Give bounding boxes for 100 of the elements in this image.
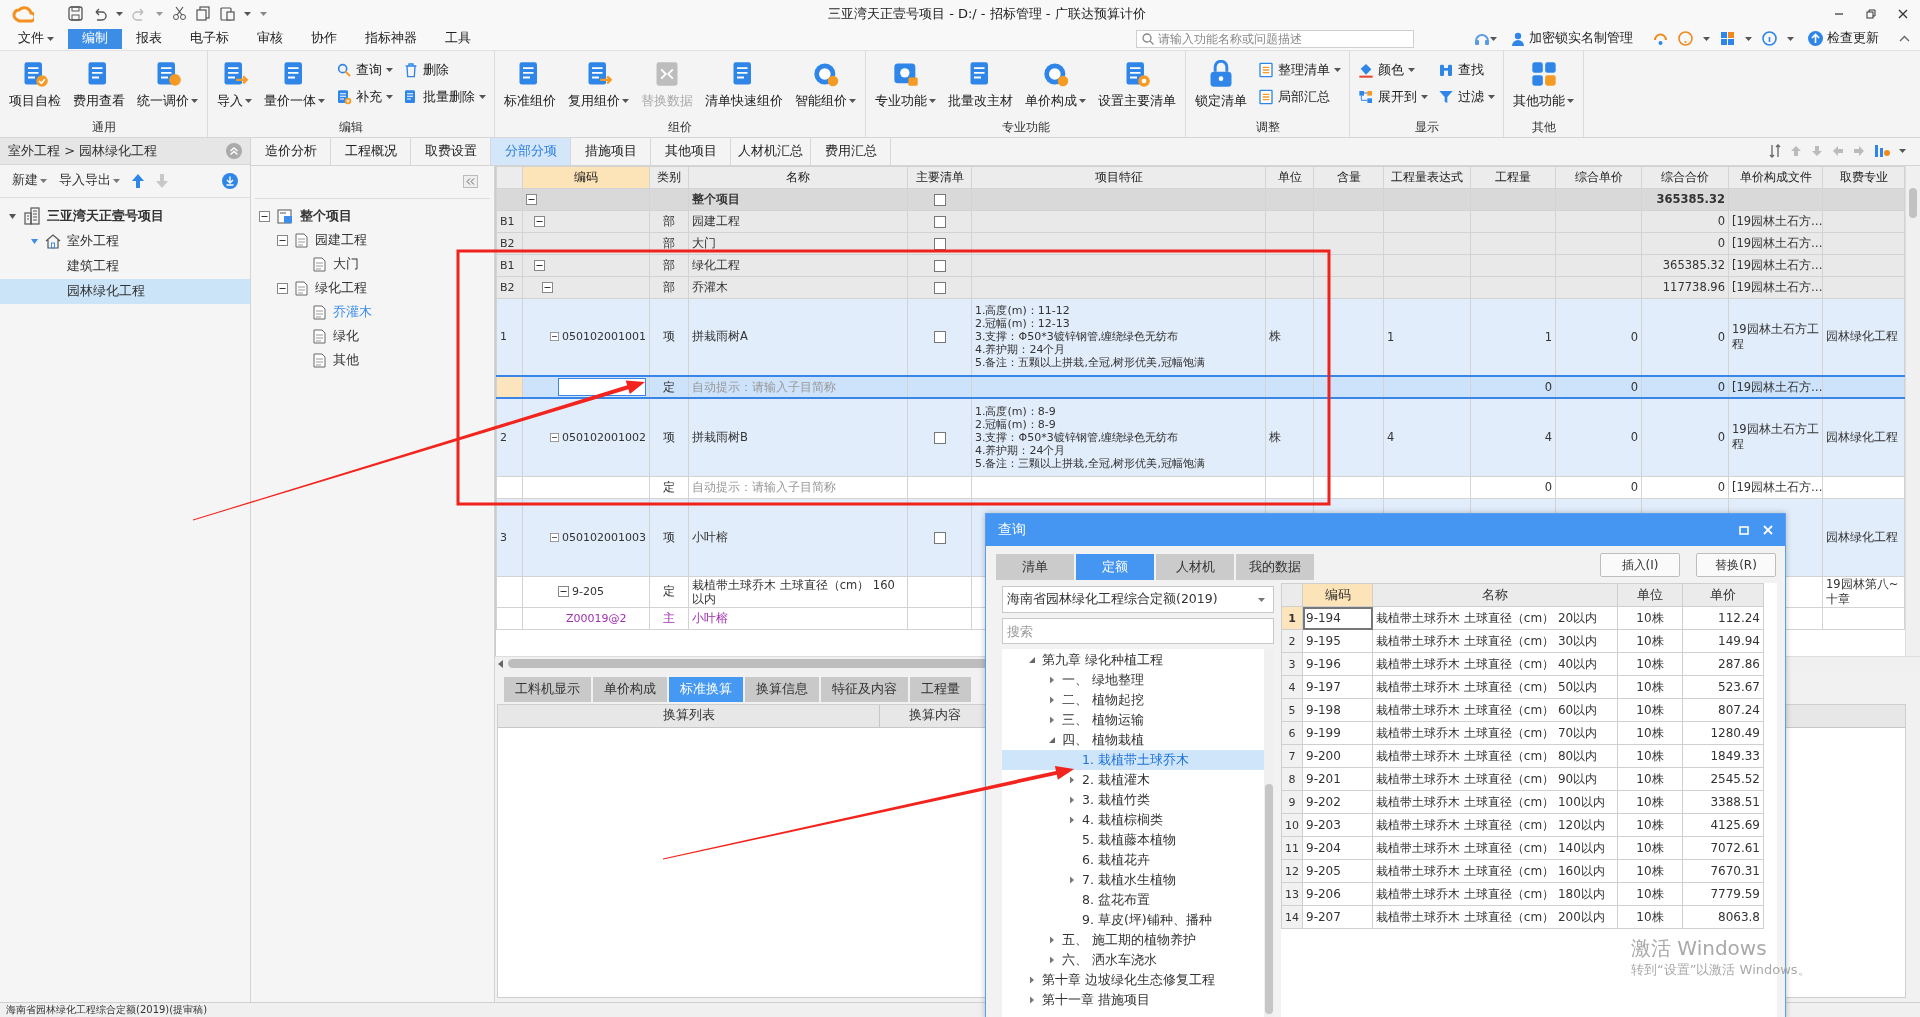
checkbox[interactable]	[933, 531, 946, 544]
ribbon-button[interactable]: 删除	[399, 60, 490, 80]
tree-item[interactable]: 绿化工程	[315, 280, 367, 298]
column-header[interactable]: 工程量	[1470, 166, 1556, 189]
ribbon-button[interactable]: 项目自检	[4, 56, 66, 113]
checkbox[interactable]	[933, 215, 946, 228]
tree-item[interactable]: 六、 洒水车浇水	[1002, 950, 1264, 970]
ribbon-button[interactable]: 专业功能	[870, 56, 941, 113]
tree-item[interactable]: 第十章 边坡绿化生态修复工程	[1002, 970, 1264, 990]
table-row[interactable]: 4 9-197 栽植带土球乔木 土球直径（cm） 50以内 10株 523.67	[1281, 675, 1764, 699]
toolbar-button[interactable]: 新建	[12, 172, 47, 190]
table-row[interactable]: 13 9-206 栽植带土球乔木 土球直径（cm） 180以内 10株 7779.59	[1281, 882, 1764, 906]
tree-item[interactable]: 大门	[333, 256, 359, 274]
tree-item[interactable]: 建筑工程	[0, 253, 250, 279]
table-row[interactable]: 5 9-198 栽植带土球乔木 土球直径（cm） 60以内 10株 807.24	[1281, 698, 1764, 722]
table-row[interactable]: B2 部 乔灌木 117738.96 [19园林土石方…	[496, 276, 1905, 299]
tree-item[interactable]: 4. 栽植棕榈类	[1002, 810, 1264, 830]
dialog-button[interactable]: 插入(I)	[1600, 553, 1680, 577]
column-header[interactable]: 名称	[1372, 583, 1618, 607]
update-link[interactable]: 检查更新	[1827, 30, 1879, 48]
search-field[interactable]: 请输入功能名称或问题描述	[1136, 29, 1414, 48]
detail-tab[interactable]: 换算信息	[745, 676, 819, 702]
tree-item[interactable]: 6. 栽植花卉	[1002, 850, 1264, 870]
ribbon-button[interactable]: 智能组价	[790, 56, 861, 113]
detail-tab[interactable]: 特征及内容	[821, 676, 908, 702]
column-header[interactable]: 单价构成文件	[1728, 166, 1823, 189]
tree-item[interactable]: 9. 草皮(坪)铺种、播种	[1002, 910, 1264, 930]
table-row[interactable]: 6 9-199 栽植带土球乔木 土球直径（cm） 70以内 10株 1280.49	[1281, 721, 1764, 745]
ribbon-button[interactable]: 导入	[212, 56, 257, 113]
menu-item[interactable]: 电子标	[176, 28, 243, 49]
tree-item[interactable]: 整个项目	[300, 208, 352, 226]
menu-item[interactable]: 文件	[4, 28, 68, 49]
ribbon-button[interactable]: 统一调价	[132, 56, 203, 113]
account-link[interactable]: 加密锁实名制管理	[1529, 30, 1633, 48]
column-header[interactable]: 单位	[1265, 166, 1314, 189]
tree-item[interactable]: 8. 盆花布置	[1002, 890, 1264, 910]
menu-item[interactable]: 工具	[431, 28, 485, 49]
view-tab[interactable]: 费用汇总	[811, 137, 891, 165]
table-row[interactable]: 9 9-202 栽植带土球乔木 土球直径（cm） 100以内 10株 3388.51	[1281, 790, 1764, 814]
table-row[interactable]: 11 9-204 栽植带土球乔木 土球直径（cm） 140以内 10株 7072.61	[1281, 836, 1764, 860]
table-row[interactable]: 1 9-194 栽植带土球乔木 土球直径（cm） 20以内 10株 112.24	[1281, 606, 1764, 630]
tree-item[interactable]: 2. 栽植灌木	[1002, 770, 1264, 790]
column-header[interactable]: 单位	[1617, 583, 1683, 607]
menu-item[interactable]: 协作	[297, 28, 351, 49]
tree-item[interactable]: 第十一章 措施项目	[1002, 990, 1264, 1010]
detail-tab[interactable]: 工料机显示	[504, 676, 591, 702]
tree-item[interactable]: 一、 绿地整理	[1002, 670, 1264, 690]
column-header[interactable]: 综合合价	[1641, 166, 1729, 189]
view-tab[interactable]: 其他项目	[651, 137, 731, 165]
toolbar-button[interactable]: 导入导出	[59, 172, 120, 190]
ribbon-button[interactable]: 查找	[1434, 60, 1499, 80]
menu-item[interactable]: 指标神器	[351, 28, 431, 49]
table-row[interactable]: 8 9-201 栽植带土球乔木 土球直径（cm） 90以内 10株 2545.52	[1281, 767, 1764, 791]
tree-item[interactable]: 四、 植物栽植	[1002, 730, 1264, 750]
column-header[interactable]: 取费专业	[1822, 166, 1905, 189]
tree-item[interactable]: 五、 施工期的植物养护	[1002, 930, 1264, 950]
tree-item[interactable]: 第九章 绿化种植工程	[1002, 650, 1264, 670]
column-header[interactable]: 编码	[1302, 583, 1373, 607]
tree-item[interactable]: 7. 栽植水生植物	[1002, 870, 1264, 890]
tree-item[interactable]: 三亚湾天正壹号项目	[0, 203, 250, 229]
column-header[interactable]: 工程量表达式	[1383, 166, 1471, 189]
column-header[interactable]: 项目特征	[971, 166, 1266, 189]
column-header[interactable]: 含量	[1313, 166, 1384, 189]
menu-item[interactable]: 报表	[122, 28, 176, 49]
column-header[interactable]: 类别	[649, 166, 689, 189]
ribbon-button[interactable]: 颜色	[1354, 60, 1432, 80]
view-tab[interactable]: 人材机汇总	[731, 137, 811, 165]
ribbon-button[interactable]: 标准组价	[499, 56, 561, 113]
ribbon-button[interactable]: 锁定清单	[1190, 56, 1252, 113]
column-header[interactable]: 主要清单	[907, 166, 972, 189]
ribbon-button[interactable]: 费用查看	[68, 56, 130, 113]
table-row[interactable]: 定 自动提示：请输入子目简称 0 0 0 [19园林土石方…	[496, 476, 1905, 499]
library-dropdown[interactable]: 海南省园林绿化工程综合定额(2019)	[1002, 586, 1274, 613]
table-row[interactable]: 7 9-200 栽植带土球乔木 土球直径（cm） 80以内 10株 1849.33	[1281, 744, 1764, 768]
ribbon-button[interactable]: 批量改主材	[943, 56, 1018, 113]
ribbon-button[interactable]: 展开到	[1354, 87, 1432, 107]
ribbon-button[interactable]: 整理清单	[1254, 60, 1345, 80]
table-row[interactable]: 12 9-205 栽植带土球乔木 土球直径（cm） 160以内 10株 7670.31	[1281, 859, 1764, 883]
column-header[interactable]: 综合单价	[1555, 166, 1642, 189]
ribbon-button[interactable]: 设置主要清单	[1093, 56, 1181, 113]
checkbox[interactable]	[933, 193, 946, 206]
ribbon-button[interactable]: 量价一体	[259, 56, 330, 113]
tree-item[interactable]: 3. 栽植竹类	[1002, 790, 1264, 810]
column-header[interactable]: 单价	[1682, 583, 1764, 607]
column-header[interactable]: 名称	[688, 166, 908, 189]
ribbon-button[interactable]: 其他功能	[1508, 56, 1579, 113]
ribbon-button[interactable]: 复用组价	[563, 56, 634, 113]
table-row[interactable]: 2 9-195 栽植带土球乔木 土球直径（cm） 30以内 10株 149.94	[1281, 629, 1764, 653]
ribbon-button[interactable]: 查询	[332, 60, 397, 80]
tree-item[interactable]: 1. 栽植带土球乔木	[1002, 750, 1264, 770]
checkbox[interactable]	[933, 431, 946, 444]
ribbon-button[interactable]: 清单快速组价	[700, 56, 788, 113]
tree-item[interactable]: 5. 栽植藤本植物	[1002, 830, 1264, 850]
tree-item[interactable]: 绿化	[333, 328, 359, 346]
tree-item[interactable]: 园建工程	[315, 232, 367, 250]
table-row[interactable]: 3 9-196 栽植带土球乔木 土球直径（cm） 40以内 10株 287.86	[1281, 652, 1764, 676]
ribbon-button[interactable]: 批量删除	[399, 87, 490, 107]
ribbon-button[interactable]: 补充	[332, 87, 397, 107]
dialog-tab[interactable]: 人材机	[1156, 554, 1234, 580]
checkbox[interactable]	[933, 281, 946, 294]
